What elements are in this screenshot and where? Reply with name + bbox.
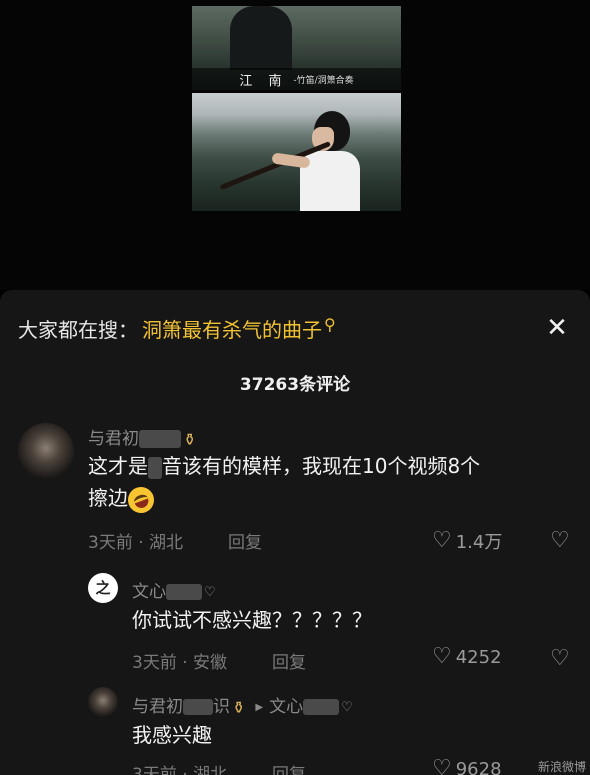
redacted-char	[148, 456, 162, 479]
username-text: 文心	[132, 582, 166, 602]
heart-tag-icon: ♡	[341, 699, 353, 715]
dislike-icon[interactable]: ♡	[550, 646, 570, 671]
avatar[interactable]	[88, 687, 118, 717]
reply-target-name[interactable]: 文心	[269, 697, 303, 717]
comment-count: 37263条评论	[239, 375, 351, 395]
search-suggestion-term[interactable]: 洞箫最有杀气的曲子	[142, 314, 322, 343]
redacted-name	[303, 699, 340, 715]
comment-text: 我感兴趣	[132, 723, 212, 747]
username-text: 与君初	[132, 697, 183, 717]
reply-button[interactable]: 回复	[228, 528, 262, 553]
heart-icon: ♡	[432, 756, 452, 775]
dislike-icon[interactable]: ♡	[550, 528, 570, 553]
username-text: 与君初	[88, 429, 139, 449]
username-tail: 识	[213, 697, 230, 717]
video-caption-title: 江 南	[239, 73, 288, 89]
watermark: 新浪微博	[537, 760, 586, 774]
redacted-name	[139, 430, 181, 448]
comment-text: 你试试不感兴趣？？？？？	[132, 608, 372, 632]
video-frame-top: 江 南 -竹笛/洞箫合奏	[192, 6, 401, 90]
like-button[interactable]: ♡ 9628	[432, 758, 502, 775]
reply-arrow-icon: ▶	[255, 701, 264, 713]
like-count: 1.4万	[455, 532, 503, 553]
redacted-name	[183, 699, 213, 715]
redacted-name	[166, 584, 202, 600]
comment-meta: 3天前 · 安徽	[132, 653, 228, 673]
like-count: 4252	[455, 646, 502, 668]
comment-username[interactable]: 文心 ♡	[132, 577, 216, 602]
search-suggestion-prefix: 大家都在搜：	[18, 317, 138, 342]
video-frame-bottom	[192, 93, 401, 211]
heart-tag-icon: ♡	[204, 584, 216, 600]
avatar[interactable]: 之	[88, 573, 118, 603]
like-button[interactable]: ♡ 1.4万	[432, 528, 502, 554]
video-caption-subtitle: -竹笛/洞箫合奏	[293, 75, 354, 86]
close-icon[interactable]: ✕	[542, 314, 572, 344]
comment-panel: 大家都在搜： 洞箫最有杀气的曲子 ⚲ ✕ 37263条评论 与君初 ⚱ 这才是 音该…	[0, 290, 590, 775]
gourd-badge-icon: ⚱	[232, 697, 246, 717]
avatar[interactable]	[18, 423, 74, 479]
heart-icon: ♡	[432, 644, 452, 669]
comment-text: 这才是 音该有的模样，我现在10个视频8个 擦边	[88, 450, 568, 517]
heart-icon: ♡	[432, 528, 452, 553]
comment-username[interactable]: 与君初 识 ⚱ ▶ 文心 ♡	[132, 692, 353, 717]
search-icon[interactable]: ⚲	[324, 315, 336, 334]
reply-button[interactable]: 回复	[272, 648, 306, 673]
like-count: 9628	[455, 758, 502, 775]
video-player[interactable]: 江 南 -竹笛/洞箫合奏	[0, 0, 590, 290]
comment-username[interactable]: 与君初 ⚱	[88, 424, 196, 449]
rolling-laugh-emoji	[124, 482, 158, 517]
performer-silhouette	[230, 6, 292, 70]
comment-meta: 3天前 · 湖北	[132, 765, 228, 775]
reply-button[interactable]: 回复	[272, 760, 306, 775]
like-button[interactable]: ♡ 4252	[432, 646, 502, 668]
search-suggestion-bar[interactable]: 大家都在搜： 洞箫最有杀气的曲子 ⚲ ✕	[18, 312, 572, 344]
video-caption: 江 南 -竹笛/洞箫合奏	[192, 68, 401, 90]
gourd-badge-icon: ⚱	[183, 429, 197, 449]
comment-meta: 3天前 · 湖北	[88, 533, 184, 553]
